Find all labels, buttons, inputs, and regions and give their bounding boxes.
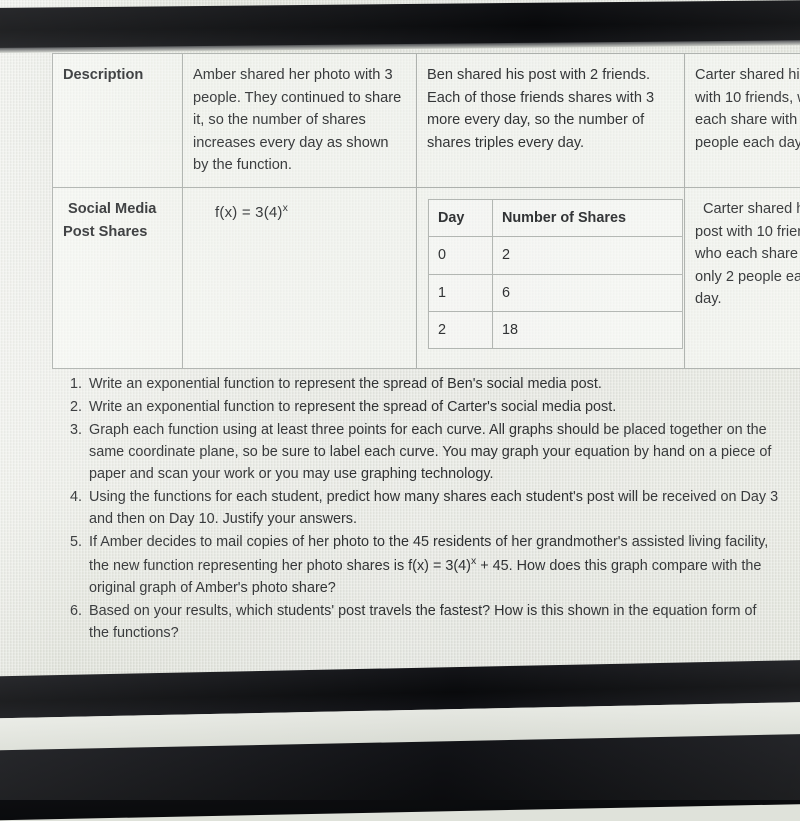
shares-table-header-day: Day (429, 200, 493, 237)
question-number: 1. (70, 373, 82, 395)
cell-ben-shares: Day Number of Shares 0 2 1 6 (417, 188, 685, 369)
shares-table-row: 1 6 (429, 274, 683, 311)
shares-cell-day: 0 (429, 237, 493, 274)
question-number: 5. (70, 531, 82, 553)
question-item-3: 3. Graph each function using at least th… (70, 419, 780, 485)
table-row-description: Description Amber shared her photo with … (53, 54, 800, 188)
comparison-table: Description Amber shared her photo with … (52, 53, 800, 369)
question-number: 3. (70, 419, 82, 441)
question-text: Write an exponential function to represe… (89, 399, 616, 415)
question-text: Write an exponential function to represe… (89, 376, 602, 392)
question-text: Graph each function using at least three… (89, 422, 771, 482)
ben-description-text: Ben shared his post with 2 friends. Each… (427, 67, 654, 151)
table-row-shares: Social Media Post Shares f(x) = 3(4)x Da… (53, 188, 800, 369)
worksheet-document: Description Amber shared her photo with … (0, 49, 800, 669)
carter-shares-text: Carter shared his post with 10 friends, … (695, 201, 800, 307)
cell-amber-shares: f(x) = 3(4)x (183, 188, 417, 369)
question-number: 6. (70, 600, 82, 622)
question-text: Based on your results, which students' p… (89, 603, 756, 641)
amber-description-text: Amber shared her photo with 3 people. Th… (193, 67, 401, 173)
cell-ben-description: Ben shared his post with 2 friends. Each… (417, 54, 685, 188)
cell-amber-description: Amber shared her photo with 3 people. Th… (183, 54, 417, 188)
row-label-shares-text: Social Media Post Shares (63, 201, 156, 240)
question-item-6: 6. Based on your results, which students… (70, 600, 780, 644)
question-number: 2. (70, 396, 82, 418)
row-label-description-text: Description (63, 67, 143, 83)
shares-cell-number: 6 (493, 274, 683, 311)
shares-table-row: 2 18 (429, 312, 683, 349)
question-item-4: 4. Using the functions for each student,… (70, 486, 780, 530)
row-label-description: Description (53, 54, 183, 188)
cell-carter-description: Carter shared his post with 10 friends, … (685, 54, 800, 188)
question-list: 1. Write an exponential function to repr… (70, 373, 780, 645)
row-label-shares: Social Media Post Shares (53, 188, 183, 369)
amber-function-exponent: x (283, 202, 288, 214)
shares-cell-number: 2 (493, 237, 683, 274)
shares-table-row: 0 2 (429, 237, 683, 274)
amber-function-base: f(x) = 3(4) (215, 204, 283, 221)
shares-cell-day: 2 (429, 312, 493, 349)
shares-cell-day: 1 (429, 274, 493, 311)
amber-function-formula: f(x) = 3(4)x (193, 198, 407, 224)
shares-table-header-number: Number of Shares (493, 200, 683, 237)
question-number: 4. (70, 486, 82, 508)
ben-shares-data-table: Day Number of Shares 0 2 1 6 (428, 199, 683, 349)
question-text: Using the functions for each student, pr… (89, 489, 778, 527)
shares-table-header-row: Day Number of Shares (429, 200, 683, 237)
question-item-1: 1. Write an exponential function to repr… (70, 373, 780, 395)
question-item-2: 2. Write an exponential function to repr… (70, 396, 780, 418)
cell-carter-shares: Carter shared his post with 10 friends, … (685, 188, 800, 369)
question-item-5: 5. If Amber decides to mail copies of he… (70, 531, 780, 599)
carter-description-text: Carter shared his post with 10 friends, … (695, 67, 800, 151)
shares-cell-number: 18 (493, 312, 683, 349)
question-text: If Amber decides to mail copies of her p… (89, 534, 768, 596)
